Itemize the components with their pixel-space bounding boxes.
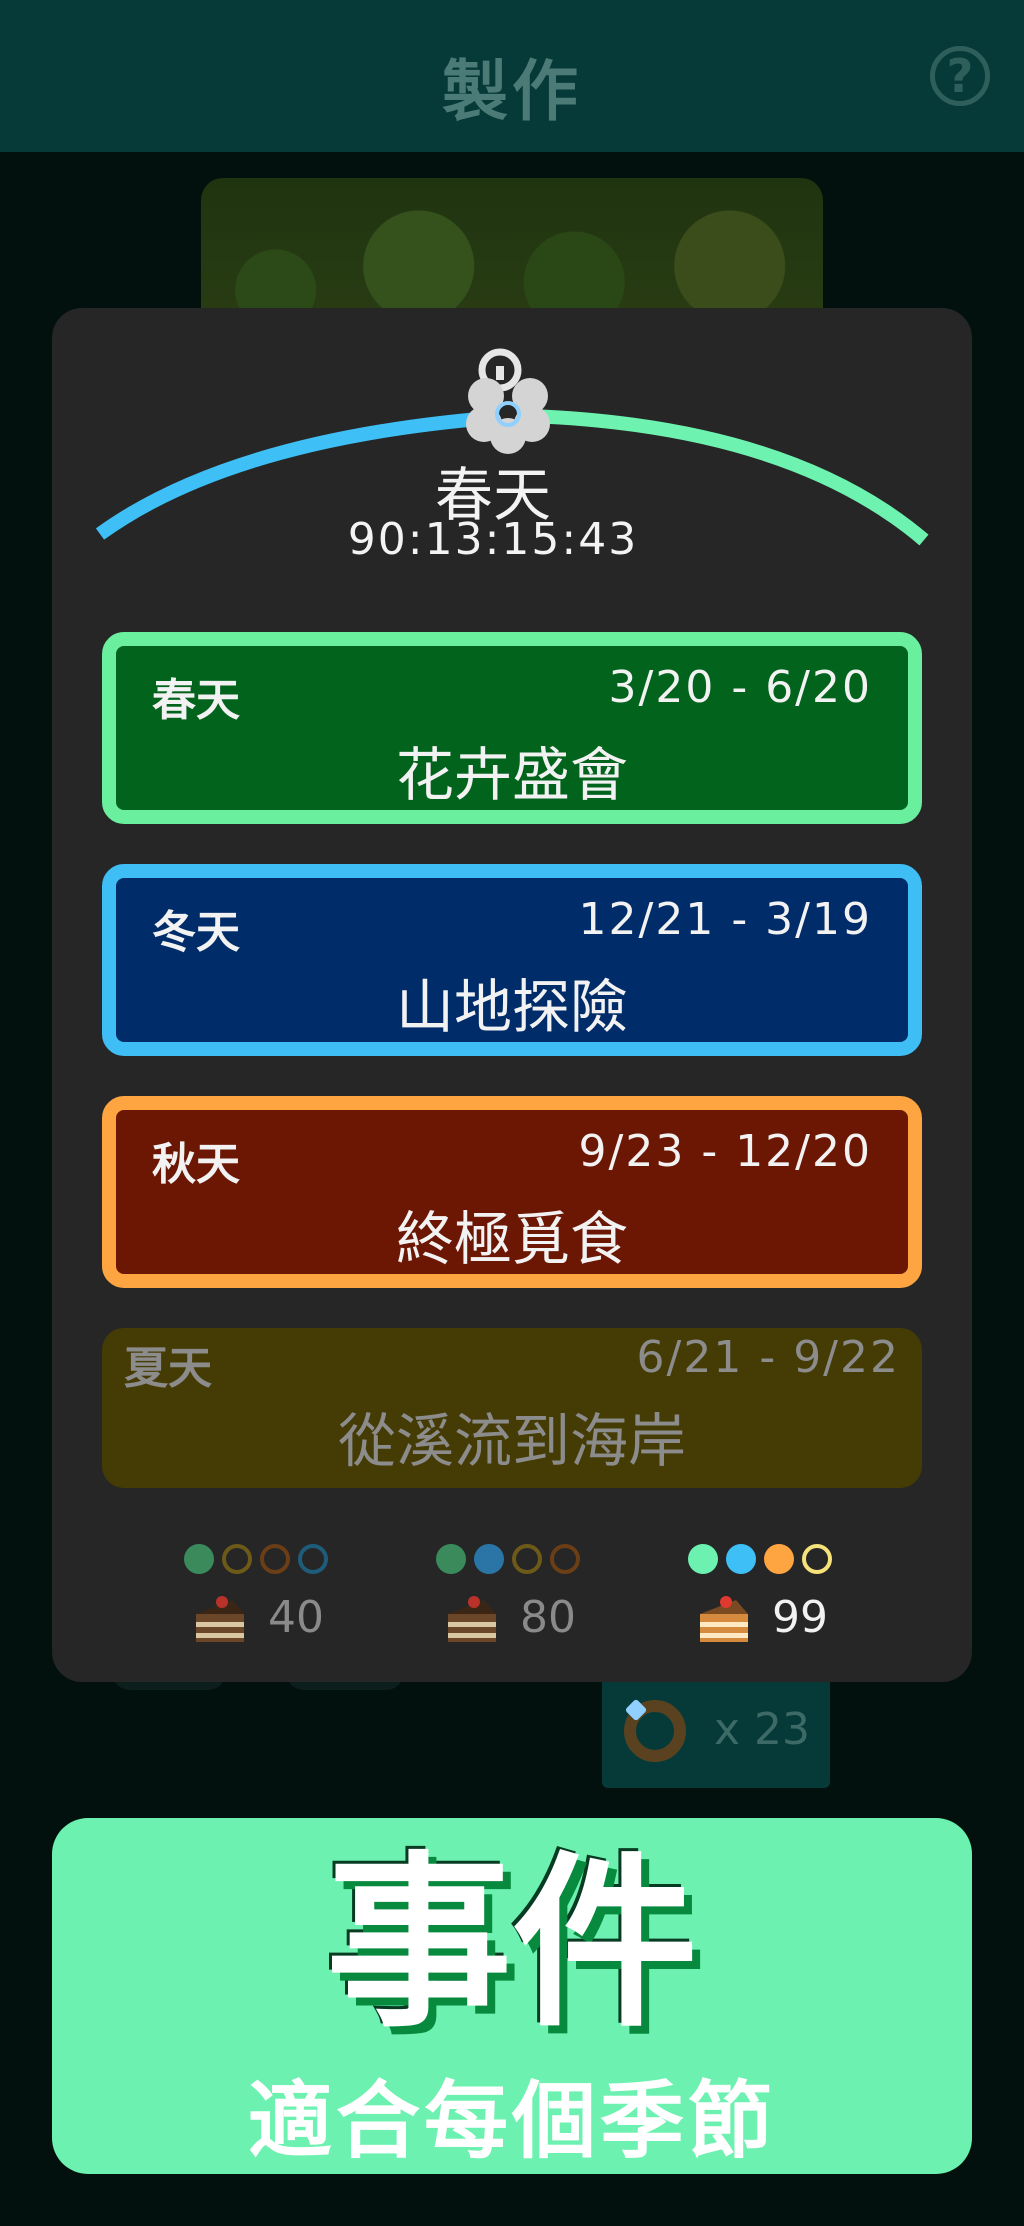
- event-card-autumn[interactable]: 秋天 9/23 - 12/20 終極覓食: [102, 1096, 922, 1288]
- event-season: 冬天: [152, 907, 240, 958]
- progress-dot: [688, 1544, 718, 1574]
- event-season: 夏天: [124, 1343, 212, 1394]
- event-name: 從溪流到海岸: [337, 1407, 686, 1475]
- event-dates: 6/21 - 9/22: [636, 1332, 900, 1383]
- progress-dot: [512, 1544, 542, 1574]
- cake-icon: [196, 1596, 244, 1642]
- progress-dot: [474, 1544, 504, 1574]
- event-season: 秋天: [152, 1139, 240, 1190]
- events-banner[interactable]: 事件 適合每個季節: [52, 1818, 972, 2174]
- season-countdown: 90:13:15:43: [347, 514, 639, 565]
- progress-dot: [550, 1544, 580, 1574]
- event-card-summer[interactable]: 夏天 6/21 - 9/22 從溪流到海岸: [102, 1328, 922, 1488]
- event-dates: 3/20 - 6/20: [608, 662, 872, 713]
- tier-progress-dots: [436, 1544, 596, 1574]
- progress-dot: [436, 1544, 466, 1574]
- progress-dot: [298, 1544, 328, 1574]
- tier-progress-dots: [688, 1544, 848, 1574]
- cake-icon: [448, 1596, 496, 1642]
- banner-subtitle: 適合每個季節: [247, 2072, 776, 2170]
- reward-tier-2: 80: [436, 1544, 596, 1646]
- progress-dot: [726, 1544, 756, 1574]
- reward-tier-3: 99: [688, 1544, 848, 1646]
- event-name: 終極覓食: [395, 1205, 628, 1273]
- progress-dot: [764, 1544, 794, 1574]
- event-name: 花卉盛會: [395, 741, 628, 809]
- banner-title: 事件: [325, 1835, 698, 2052]
- progress-dot: [184, 1544, 214, 1574]
- event-name: 山地探險: [395, 973, 628, 1041]
- item-quantity: x 23: [714, 1704, 811, 1755]
- cake-icon: [700, 1596, 748, 1642]
- progress-dot: [260, 1544, 290, 1574]
- event-season: 春天: [152, 675, 240, 726]
- reward-amount: 40: [268, 1592, 324, 1643]
- background-item-slot: x 23: [602, 1680, 830, 1788]
- event-dates: 12/21 - 3/19: [578, 894, 872, 945]
- reward-amount: 99: [772, 1592, 828, 1643]
- reward-tier-1: 40: [184, 1544, 344, 1646]
- progress-dot: [222, 1544, 252, 1574]
- reward-amount: 80: [520, 1592, 576, 1643]
- event-card-spring[interactable]: 春天 3/20 - 6/20 花卉盛會: [102, 632, 922, 824]
- event-dates: 9/23 - 12/20: [578, 1126, 872, 1177]
- flower-lock-icon: [466, 348, 550, 454]
- progress-dot: [802, 1544, 832, 1574]
- ring-icon: [624, 1700, 686, 1762]
- event-card-winter[interactable]: 冬天 12/21 - 3/19 山地探險: [102, 864, 922, 1056]
- tier-progress-dots: [184, 1544, 344, 1574]
